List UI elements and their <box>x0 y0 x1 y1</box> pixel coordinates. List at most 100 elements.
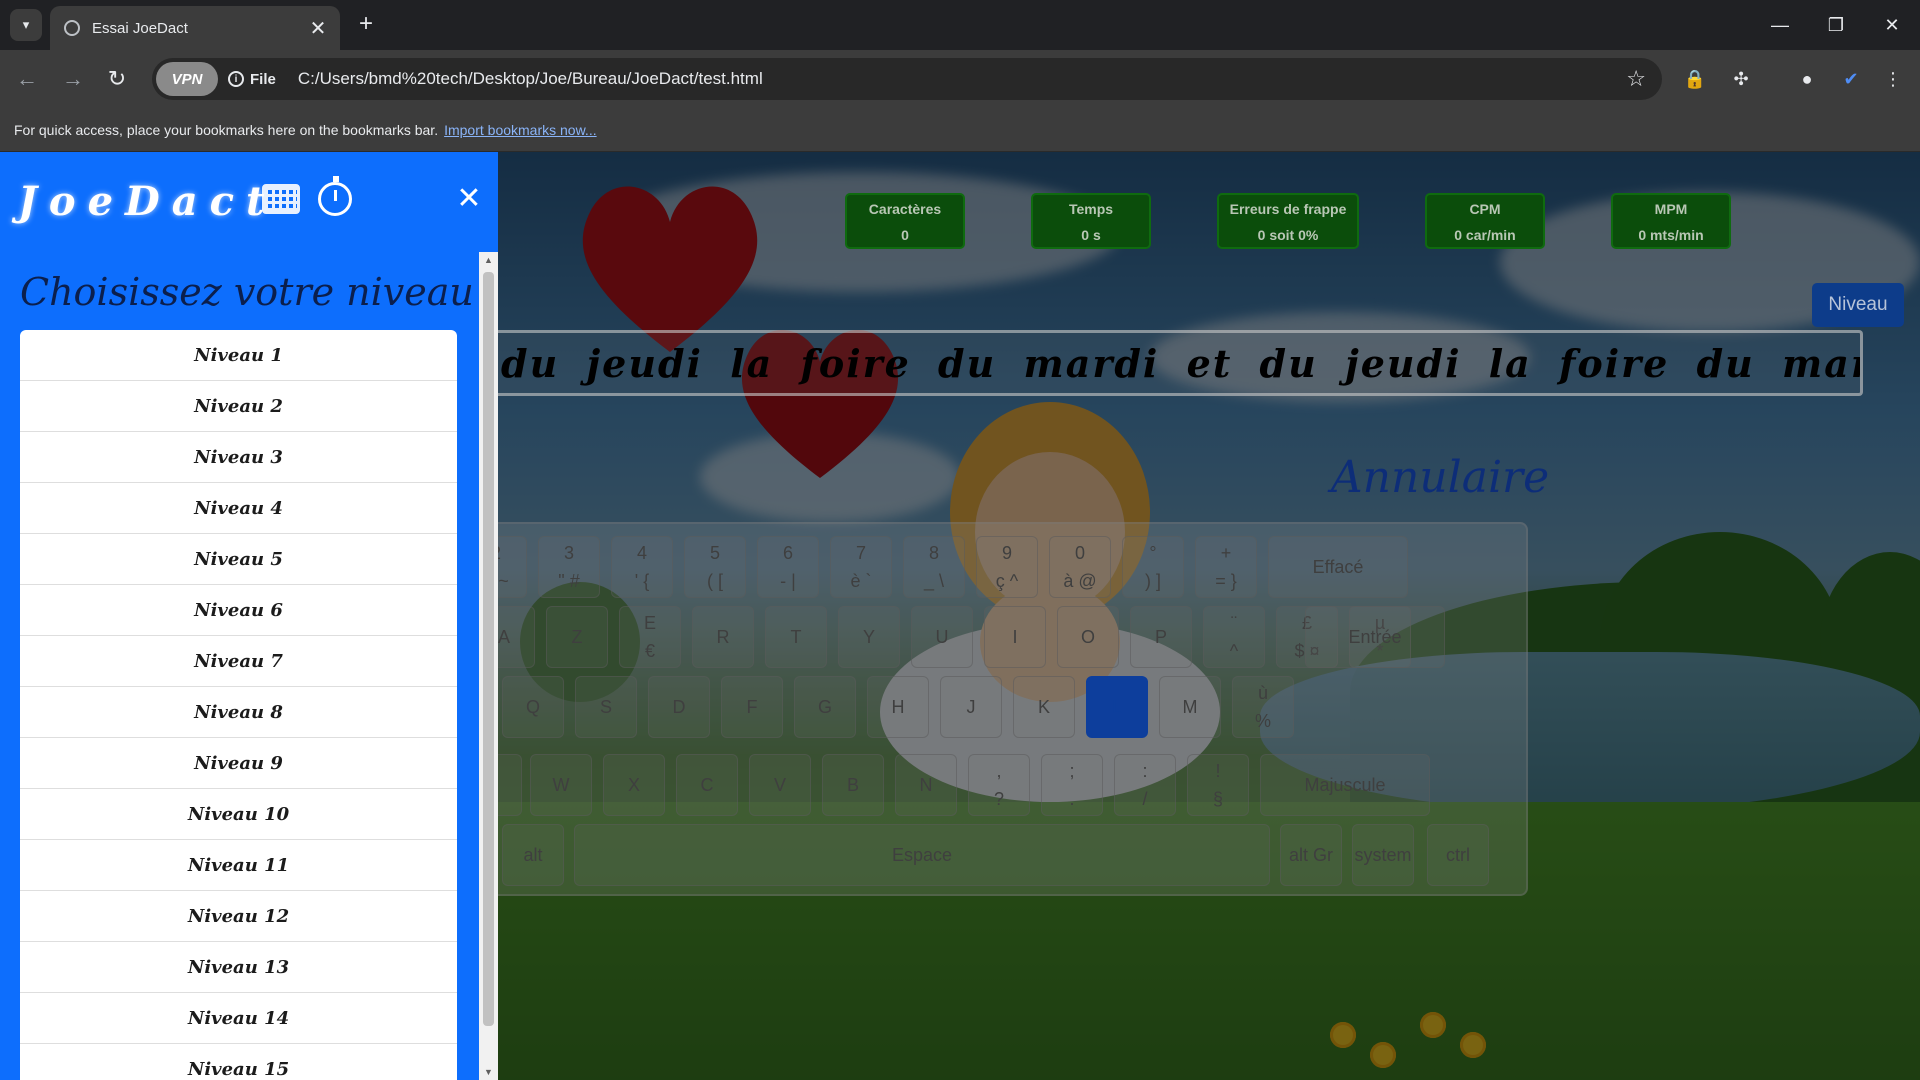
keyboard-key[interactable]: O <box>1057 606 1119 668</box>
keyboard-key[interactable]: 5 ( [ <box>684 536 746 598</box>
keyboard-key[interactable]: T <box>765 606 827 668</box>
menu-dots-icon[interactable]: ⋮ <box>1876 62 1910 96</box>
keyboard-key[interactable]: Q <box>502 676 564 738</box>
keyboard-key[interactable]: F <box>721 676 783 738</box>
new-tab-button[interactable]: + <box>352 10 380 38</box>
level-item[interactable]: Niveau 1 <box>20 330 457 381</box>
scrollbar-thumb[interactable] <box>483 272 494 1026</box>
shield-check-icon[interactable]: ✔ <box>1834 62 1868 96</box>
keyboard-key[interactable]: G <box>794 676 856 738</box>
level-item[interactable]: Niveau 7 <box>20 636 457 687</box>
keyboard-key[interactable]: U <box>911 606 973 668</box>
window-close-button[interactable]: ✕ <box>1864 0 1920 50</box>
modifier-key[interactable]: ctrl <box>1427 824 1489 886</box>
back-arrow-icon[interactable]: ← <box>10 62 44 96</box>
key-glyph: . <box>1069 789 1075 809</box>
keyboard-key[interactable]: L <box>1086 676 1148 738</box>
keyboard-key[interactable]: Y <box>838 606 900 668</box>
keyboard-key[interactable]: P <box>1130 606 1192 668</box>
level-item[interactable]: Niveau 14 <box>20 993 457 1044</box>
bookmark-star-icon[interactable]: ☆ <box>1626 66 1646 92</box>
keyboard-key[interactable]: D <box>648 676 710 738</box>
keyboard-key[interactable]: N <box>895 754 957 816</box>
level-item[interactable]: Niveau 6 <box>20 585 457 636</box>
modifier-key[interactable]: system <box>1352 824 1414 886</box>
keyboard-key[interactable]: °) ] <box>1122 536 1184 598</box>
keyboard-key[interactable]: 0 à @ <box>1049 536 1111 598</box>
tab-search-button[interactable]: ▾ <box>10 9 42 41</box>
level-item[interactable]: Niveau 4 <box>20 483 457 534</box>
keyboard-key[interactable]: S <box>575 676 637 738</box>
keyboard-key[interactable]: R <box>692 606 754 668</box>
reload-icon[interactable]: ↻ <box>100 62 134 96</box>
stat-mpm: MPM 0 mts/min <box>1611 193 1731 249</box>
keyboard-icon <box>262 184 300 214</box>
keyboard-key[interactable]: : / <box>1114 754 1176 816</box>
keyboard-key[interactable]: C <box>676 754 738 816</box>
keyboard-key[interactable]: 4 ' { <box>611 536 673 598</box>
keyboard-key[interactable]: 6 - | <box>757 536 819 598</box>
sidebar-close-icon[interactable]: ✕ <box>454 184 484 214</box>
level-item[interactable]: Niveau 10 <box>20 789 457 840</box>
keyboard-key[interactable]: J <box>940 676 1002 738</box>
keyboard-key[interactable]: M <box>1159 676 1221 738</box>
browser-tab[interactable]: Essai JoeDact ✕ <box>50 6 340 50</box>
password-extension-icon[interactable]: 🔒 <box>1678 62 1712 96</box>
keyboard-key[interactable]: B <box>822 754 884 816</box>
keyboard-key[interactable]: 7 è ` <box>830 536 892 598</box>
keyboard-key[interactable]: ,? <box>968 754 1030 816</box>
keyboard-key[interactable]: V <box>749 754 811 816</box>
key-glyph: : <box>1142 761 1148 781</box>
keyboard-key[interactable]: 9 ç ^ <box>976 536 1038 598</box>
keyboard-key[interactable]: ¨ ^ <box>1203 606 1265 668</box>
forward-arrow-icon[interactable]: → <box>56 62 90 96</box>
minimize-button[interactable]: — <box>1752 0 1808 50</box>
key-glyph: B <box>846 775 859 795</box>
address-bar[interactable]: VPN i File C:/Users/bmd%20tech/Desktop/J… <box>152 58 1662 100</box>
shift-right-key[interactable]: Majuscule <box>1260 754 1430 816</box>
backspace-key[interactable]: Effacé <box>1268 536 1408 598</box>
level-item[interactable]: Niveau 2 <box>20 381 457 432</box>
modifier-key[interactable]: alt Gr <box>1280 824 1342 886</box>
site-info-button[interactable]: i File <box>228 71 276 88</box>
profile-icon[interactable]: ● <box>1790 62 1824 96</box>
key-glyph: O <box>1080 627 1095 647</box>
url-text[interactable]: C:/Users/bmd%20tech/Desktop/Joe/Bureau/J… <box>298 69 1626 89</box>
level-item[interactable]: Niveau 12 <box>20 891 457 942</box>
keyboard-key[interactable]: X <box>603 754 665 816</box>
keyboard-key[interactable]: 8 _ \ <box>903 536 965 598</box>
import-bookmarks-link[interactable]: Import bookmarks now... <box>444 122 597 138</box>
level-item[interactable]: Niveau 13 <box>20 942 457 993</box>
keyboard-key[interactable]: E € <box>619 606 681 668</box>
page-content: Caractères 0 Temps 0 s Erreurs de frappe 0 … <box>0 152 1920 1080</box>
level-item[interactable]: Niveau 15 <box>20 1044 457 1080</box>
key-glyph: ç ^ <box>995 571 1019 591</box>
keyboard-key[interactable]: I <box>984 606 1046 668</box>
scroll-up-icon[interactable]: ▲ <box>479 252 498 268</box>
keyboard-key[interactable]: ù% <box>1232 676 1294 738</box>
modifier-key[interactable]: alt <box>502 824 564 886</box>
level-item[interactable]: Niveau 11 <box>20 840 457 891</box>
level-item[interactable]: Niveau 3 <box>20 432 457 483</box>
keyboard-key[interactable]: ;. <box>1041 754 1103 816</box>
scroll-down-icon[interactable]: ▼ <box>479 1064 498 1080</box>
keyboard-key[interactable]: W <box>530 754 592 816</box>
extensions-puzzle-icon[interactable]: ✣ <box>1724 62 1758 96</box>
level-item[interactable]: Niveau 5 <box>20 534 457 585</box>
keyboard-key[interactable]: Z <box>546 606 608 668</box>
keyboard-key[interactable]: + = } <box>1195 536 1257 598</box>
restore-button[interactable]: ❐ <box>1808 0 1864 50</box>
level-item[interactable]: Niveau 9 <box>20 738 457 789</box>
level-item[interactable]: Niveau 8 <box>20 687 457 738</box>
keyboard-key[interactable]: K <box>1013 676 1075 738</box>
stat-time: Temps 0 s <box>1031 193 1151 249</box>
niveau-button[interactable]: Niveau <box>1812 283 1904 327</box>
space-key[interactable]: Espace <box>574 824 1270 886</box>
vpn-badge[interactable]: VPN <box>156 62 218 96</box>
enter-key[interactable]: Entrée <box>1305 606 1445 668</box>
tab-close-icon[interactable]: ✕ <box>306 16 330 41</box>
keyboard-key[interactable]: ! § <box>1187 754 1249 816</box>
keyboard-key[interactable]: 3 " # <box>538 536 600 598</box>
keyboard-key[interactable]: H <box>867 676 929 738</box>
sidebar-scrollbar[interactable]: ▲ ▼ <box>479 252 498 1080</box>
